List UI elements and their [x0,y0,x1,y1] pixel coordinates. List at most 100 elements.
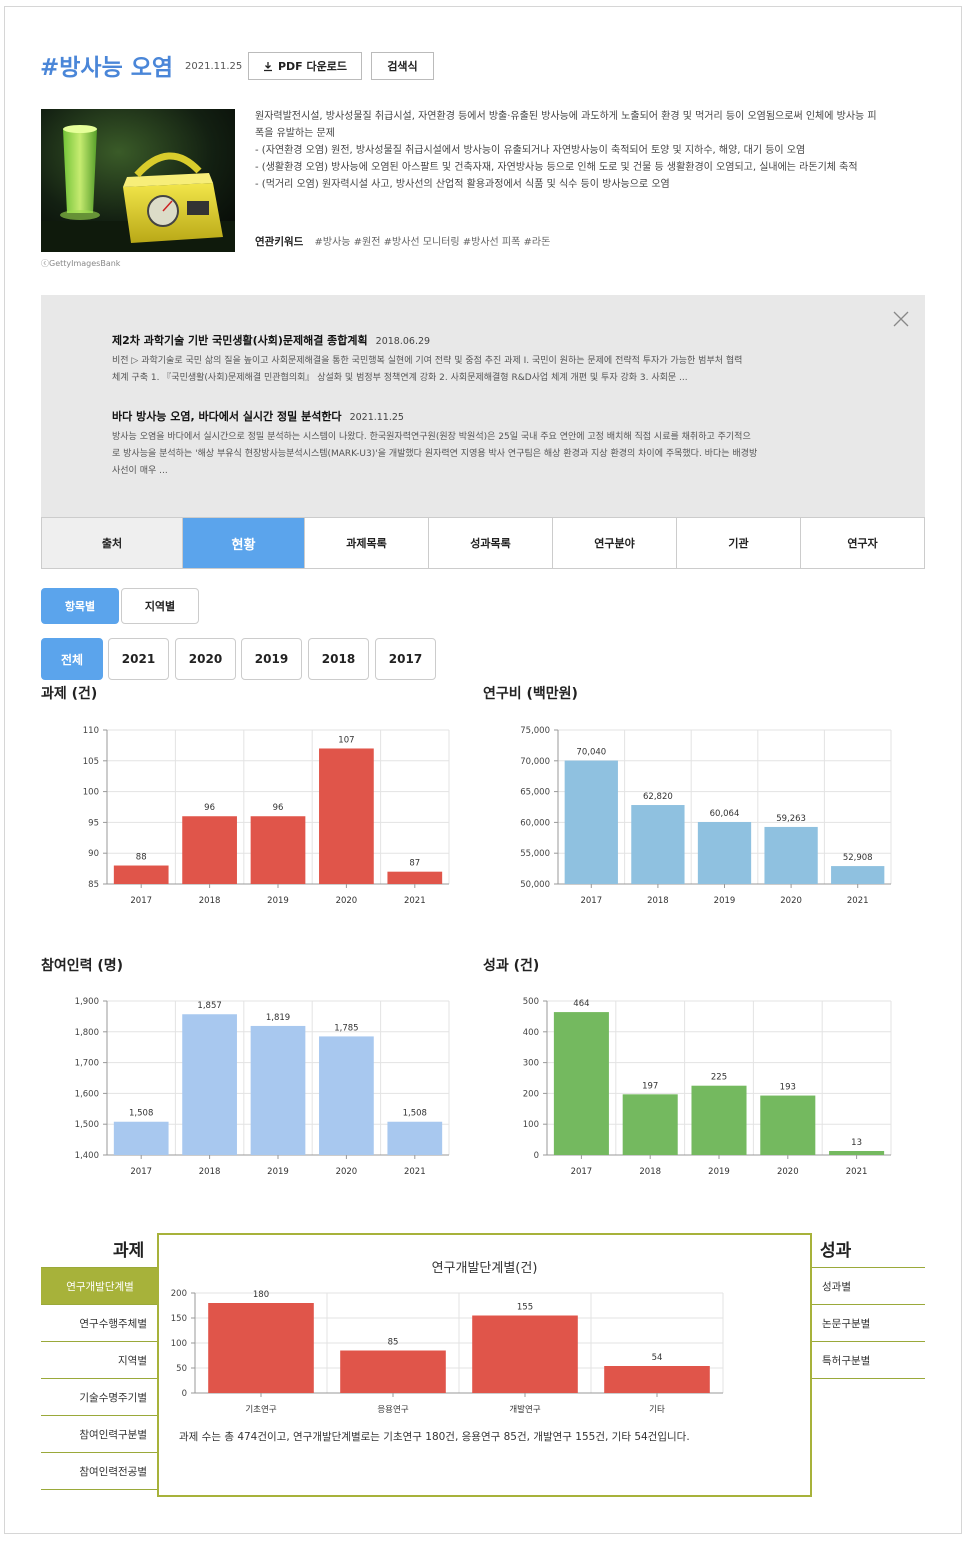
x-tick-label: 2018 [647,896,669,906]
projects-heading: 과제 [113,1241,145,1261]
description-line: - (먹거리 오염) 원자력시설 사고, 방사선의 산업적 활용과정에서 식품 … [255,179,670,190]
pdf-download-label: PDF 다운로드 [277,60,348,73]
view-by-region-button[interactable]: 지역별 [121,588,199,624]
bar [182,816,237,884]
bar [553,1012,609,1155]
bar-value-label: 1,819 [266,1013,290,1023]
y-tick-label: 90 [88,849,99,859]
menu-rnd-stage[interactable]: 연구개발단계별 [41,1268,171,1305]
y-tick-label: 200 [523,1089,539,1099]
y-tick-label: 105 [83,757,99,767]
bar [319,1036,374,1155]
chart-title-personnel: 참여인력 (명) [41,958,124,974]
bar-value-label: 180 [253,1290,269,1300]
keywords-label: 연관키워드 [255,236,304,248]
view-by-item-button[interactable]: 항목별 [41,588,119,624]
menu-performer[interactable]: 연구수행주체별 [41,1305,159,1342]
menu-paper-type[interactable]: 논문구분별 [812,1305,925,1342]
news-item[interactable]: 제2차 과학기술 기반 국민생활(사회)문제해결 종합계획 2018.06.29 … [112,332,864,387]
news-snippet: 사선이 매우 ... [112,466,168,476]
x-tick-label: 2020 [336,1167,358,1177]
tab-status[interactable]: 현황 [183,518,305,568]
description-line: 원자력발전시설, 방사성물질 취급시설, 자연환경 등에서 방출·유출된 방사능… [255,111,877,139]
y-tick-label: 95 [88,818,99,828]
tab-institution[interactable]: 기관 [677,518,801,568]
x-tick-label: 2020 [780,896,802,906]
tab-result-list[interactable]: 성과목록 [429,518,553,568]
tab-research-field[interactable]: 연구분야 [553,518,677,568]
bar [604,1366,710,1393]
bar [760,1095,816,1155]
x-tick-label: 2018 [199,896,221,906]
y-tick-label: 150 [171,1314,187,1324]
menu-result-type[interactable]: 성과별 [812,1268,925,1305]
year-filter-2017[interactable]: 2017 [375,638,436,680]
description-line: - (자연환경 오염) 원전, 방사성물질 취급시설에서 방사능이 유출되거나 … [255,145,806,156]
x-tick-label: 2021 [846,1167,868,1177]
y-tick-label: 300 [523,1059,539,1069]
news-item[interactable]: 바다 방사능 오염, 바다에서 실시간 정밀 분석한다 2021.11.25 방사… [112,408,864,480]
bar-value-label: 464 [573,999,589,1009]
news-snippet: 방사능 오염을 바다에서 실시간으로 정밀 분석하는 시스템이 나왔다. 한국원… [112,432,751,442]
bar [319,748,374,884]
keywords-list[interactable]: #방사능 #원전 #방사선 모니터링 #방사선 피폭 #라돈 [315,237,551,248]
bar-value-label: 107 [338,735,354,745]
bar [182,1014,237,1155]
bar [691,1085,747,1155]
page-date: 2021.11.25 [185,61,243,72]
bar [829,1150,885,1155]
y-tick-label: 1,500 [75,1120,99,1130]
breakdown-chart-panel: 연구개발단계별(건) 0 50 100 150 200 180 기초연구 85 응용연구 155 개… [157,1233,812,1497]
personnel-bar-chart: 1,400 1,500 1,600 1,700 1,800 1,900 1,508 2017 1… [75,997,450,1177]
bar [250,1025,306,1155]
bar [250,816,306,884]
menu-personnel-type[interactable]: 참여인력구분별 [41,1416,159,1453]
description-line: - (생활환경 오염) 방사능에 오염된 아스팔트 및 건축자재, 자연방사능 … [255,162,858,173]
y-tick-label: 1,700 [75,1059,99,1069]
y-tick-label: 400 [523,1028,539,1038]
breakdown-chart-title: 연구개발단계별(건) [431,1261,538,1276]
bar-value-label: 60,064 [710,809,740,819]
bar-value-label: 1,785 [334,1023,358,1033]
bar [622,1094,678,1155]
news-title[interactable]: 제2차 과학기술 기반 국민생활(사회)문제해결 종합계획 [112,334,368,347]
topic-image [41,109,235,252]
close-icon[interactable] [893,311,909,327]
x-tick-label: 2018 [199,1167,221,1177]
chart-title-projects: 과제 (건) [41,686,98,702]
search-query-button[interactable]: 검색식 [371,52,434,80]
year-filter-all[interactable]: 전체 [41,638,103,680]
tab-project-list[interactable]: 과제목록 [305,518,429,568]
x-tick-label: 2018 [639,1167,661,1177]
y-tick-label: 0 [182,1389,187,1399]
year-filter-2021[interactable]: 2021 [108,638,169,680]
menu-tech-lifecycle[interactable]: 기술수명주기별 [41,1379,159,1416]
x-tick-label: 2017 [571,1167,593,1177]
bar-value-label: 1,508 [403,1109,427,1119]
x-tick-label: 2019 [267,896,289,906]
bar [564,760,618,884]
menu-region[interactable]: 지역별 [41,1342,159,1379]
chart-title-funding: 연구비 (백만원) [483,686,578,702]
x-tick-label: 2020 [336,896,358,906]
y-tick-label: 50,000 [520,880,550,890]
news-date: 2018.06.29 [375,336,431,347]
bar-value-label: 59,263 [776,814,806,824]
y-tick-label: 75,000 [520,726,550,736]
results-heading: 성과 [820,1241,852,1261]
x-tick-label: 2019 [708,1167,730,1177]
menu-patent-type[interactable]: 특허구분별 [812,1342,925,1379]
tab-researcher[interactable]: 연구자 [801,518,924,568]
projects-bar-chart: 85 90 95 100 105 110 88 2017 96 2018 96 2019 107 2020… [83,726,450,906]
year-filter-2019[interactable]: 2019 [241,638,302,680]
bar-value-label: 54 [652,1353,663,1363]
tab-source[interactable]: 출처 [42,518,183,568]
year-filter-2018[interactable]: 2018 [308,638,369,680]
menu-personnel-major[interactable]: 참여인력전공별 [41,1453,159,1490]
bar [631,805,685,884]
bar-value-label: 96 [273,803,284,813]
pdf-download-button[interactable]: PDF 다운로드 [248,52,362,80]
y-tick-label: 1,600 [75,1089,99,1099]
news-title[interactable]: 바다 방사능 오염, 바다에서 실시간 정밀 분석한다 [112,410,342,423]
year-filter-2020[interactable]: 2020 [175,638,236,680]
